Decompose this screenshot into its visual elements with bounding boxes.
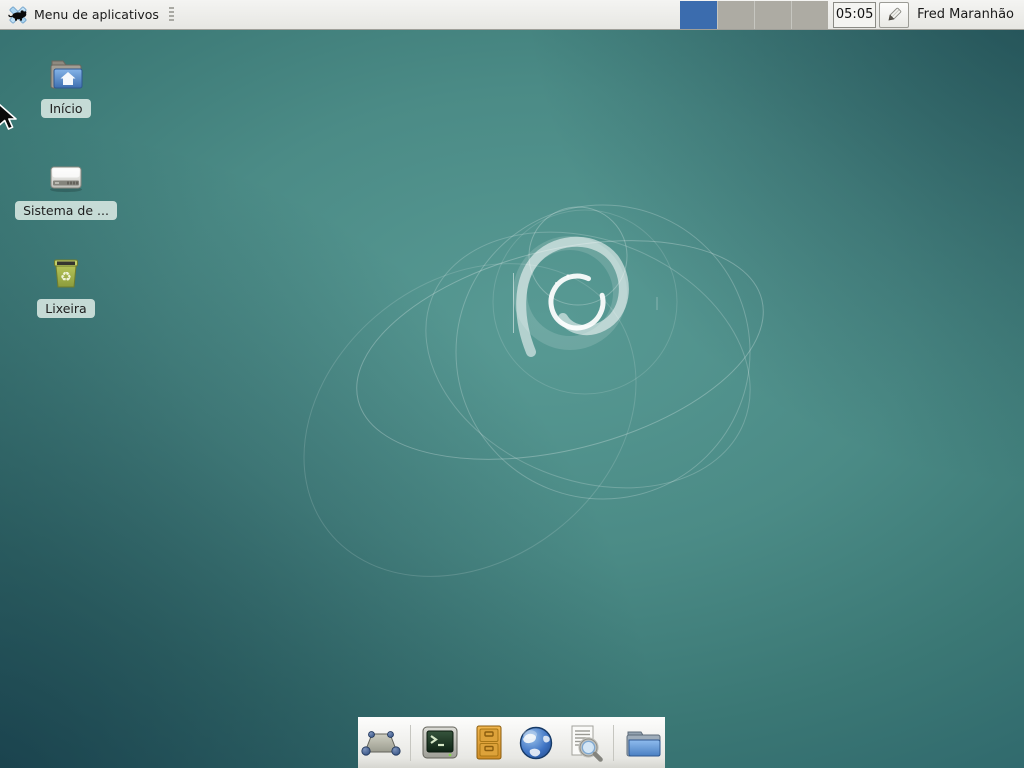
show-desktop-button[interactable]	[359, 721, 403, 765]
panel-handle-grip[interactable]	[169, 7, 174, 22]
xfce-menu-icon	[7, 4, 29, 26]
svg-text:♻: ♻	[60, 270, 72, 285]
trash-can-icon: ♻	[46, 256, 86, 292]
desktop-icon-label: Lixeira	[37, 299, 94, 318]
dock-separator	[410, 725, 411, 761]
workspace-3[interactable]	[754, 1, 791, 29]
top-panel: Menu de aplicativos 05:05 Fred Maranhão	[0, 0, 1024, 30]
web-browser-launcher[interactable]	[514, 721, 558, 765]
desktop-icon-label: Sistema de ...	[15, 201, 117, 220]
dock-separator	[613, 725, 614, 761]
applications-menu-button[interactable]: Menu de aplicativos	[2, 1, 179, 29]
pen-notes-icon	[885, 6, 903, 24]
terminal-icon	[419, 724, 461, 762]
terminal-launcher[interactable]	[418, 721, 462, 765]
web-browser-globe-icon	[517, 724, 555, 762]
workspace-2[interactable]	[717, 1, 754, 29]
bottom-dock-panel	[358, 717, 665, 768]
show-desktop-icon	[359, 724, 403, 762]
user-actions-button[interactable]: Fred Maranhão	[917, 7, 1014, 22]
application-finder-launcher[interactable]	[562, 721, 606, 765]
file-cabinet-icon	[470, 724, 506, 762]
desktop-icon-label: Início	[41, 99, 90, 118]
applications-menu-label: Menu de aplicativos	[34, 7, 159, 22]
desktop-icon-trash[interactable]: ♻ Lixeira	[11, 256, 121, 318]
filesystem-drive-icon	[44, 158, 88, 194]
file-manager-launcher[interactable]	[621, 721, 665, 765]
file-cabinet-launcher[interactable]	[466, 721, 510, 765]
notes-plugin-button[interactable]	[879, 2, 909, 28]
desktop-icon-filesystem[interactable]: Sistema de ...	[11, 158, 121, 220]
workspace-1[interactable]	[680, 1, 717, 29]
panel-clock[interactable]: 05:05	[833, 2, 876, 28]
workspace-4[interactable]	[791, 1, 828, 29]
wallpaper-art	[0, 30, 1024, 768]
file-manager-folder-icon	[622, 726, 664, 760]
desktop-icon-home[interactable]: Início	[11, 56, 121, 118]
document-search-icon	[564, 723, 604, 763]
workspace-switcher	[680, 1, 828, 29]
home-folder-icon	[46, 56, 86, 92]
